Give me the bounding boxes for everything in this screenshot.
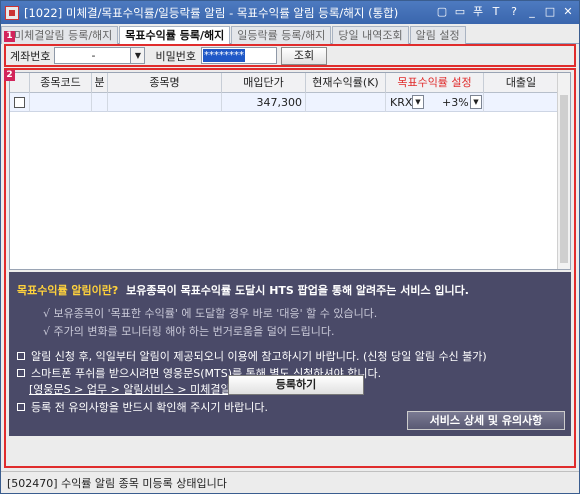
- status-text: [502470] 수익률 알림 종목 미등록 상태입니다: [7, 476, 227, 490]
- row-price: 347,300: [222, 93, 306, 112]
- header-code[interactable]: 종목코드: [30, 73, 92, 93]
- register-button[interactable]: 등록하기: [228, 375, 364, 395]
- header-name[interactable]: 종목명: [108, 73, 222, 93]
- tab-unfilled-alert[interactable]: 미체결알림 등록/해지: [1, 26, 119, 44]
- window-icon[interactable]: ▢: [435, 4, 449, 19]
- info-description: 보유종목이 목표수익률 도달시 HTS 팝업을 통해 알려주는 서비스 입니다.: [126, 284, 469, 297]
- table-row[interactable]: 347,300 KRX ▼ +3% ▼: [10, 93, 558, 112]
- info-heading: 목표수익률 알림이란? 보유종목이 목표수익률 도달시 HTS 팝업을 통해 알…: [17, 282, 469, 298]
- status-bar: [502470] 수익률 알림 종목 미등록 상태입니다: [1, 471, 579, 493]
- target-dropdown-icon[interactable]: ▼: [470, 95, 482, 109]
- tab-daily-change[interactable]: 일등락률 등록/해지: [231, 26, 332, 44]
- chevron-down-icon[interactable]: ▼: [130, 48, 145, 63]
- header-target-rate[interactable]: 목표수익률 설정: [386, 73, 484, 93]
- row-current-rate: [306, 93, 386, 112]
- section-badge-1: 1: [4, 31, 15, 42]
- bullet-icon: [17, 403, 25, 411]
- grid-header: 종목코드 분 종목명 매입단가 현재수익률(K) 목표수익률 설정 대출일: [10, 73, 558, 93]
- tab-bar: 미체결알림 등록/해지 목표수익률 등록/해지 일등락률 등록/해지 당일 내역…: [1, 26, 579, 44]
- row-target-cell: KRX ▼ +3% ▼: [386, 93, 484, 112]
- row-code: [30, 93, 92, 112]
- holdings-grid: 종목코드 분 종목명 매입단가 현재수익률(K) 목표수익률 설정 대출일 34…: [9, 72, 571, 270]
- market-dropdown-icon[interactable]: ▼: [412, 95, 424, 109]
- row-checkbox[interactable]: [14, 97, 25, 108]
- info-panel: 목표수익률 알림이란? 보유종목이 목표수익률 도달시 HTS 팝업을 통해 알…: [9, 272, 571, 436]
- info-benefit-2: √ 주가의 변화를 모니터링 해야 하는 번거로움을 덜어 드립니다.: [43, 325, 335, 338]
- holdings-section: 종목코드 분 종목명 매입단가 현재수익률(K) 목표수익률 설정 대출일 34…: [4, 68, 576, 468]
- header-price[interactable]: 매입단가: [222, 73, 306, 93]
- tab-alert-settings[interactable]: 알림 설정: [409, 26, 466, 44]
- info-note-1: 알림 신청 후, 익일부터 알림이 제공되오니 이용에 참고하시기 바랍니다. …: [17, 348, 487, 364]
- account-section: 계좌번호 - ▼ 비밀번호 ******** 조회: [4, 44, 576, 67]
- row-div: [92, 93, 108, 112]
- maximize-icon[interactable]: □: [543, 4, 557, 19]
- text-icon[interactable]: T: [489, 4, 503, 19]
- section-badge-2: 2: [4, 70, 15, 81]
- main-window: [1022] 미체결/목표수익률/일등락률 알림 - 목표수익률 알림 등록/해…: [0, 0, 580, 494]
- account-label: 계좌번호: [10, 49, 51, 63]
- header-loan-date[interactable]: 대출일: [484, 73, 558, 93]
- info-note-3: 등록 전 유의사항을 반드시 확인해 주시기 바랍니다.: [17, 399, 268, 415]
- title-bar[interactable]: [1022] 미체결/목표수익률/일등락률 알림 - 목표수익률 알림 등록/해…: [1, 1, 579, 24]
- target-rate-value[interactable]: +3%: [442, 93, 469, 112]
- mts-link[interactable]: [영웅문S > 업무 > 알림서비스 > 미체결알림]: [29, 381, 245, 397]
- search-button[interactable]: 조회: [280, 46, 327, 65]
- password-value: ********: [202, 49, 245, 62]
- minimize-icon[interactable]: _: [525, 4, 539, 19]
- tab-today-history[interactable]: 당일 내역조회: [332, 26, 409, 44]
- account-value: -: [91, 49, 96, 62]
- pin-icon[interactable]: 푸: [471, 4, 485, 19]
- info-note-3-text: 등록 전 유의사항을 반드시 확인해 주시기 바랍니다.: [31, 401, 268, 414]
- bullet-icon: [17, 369, 25, 377]
- close-icon[interactable]: ✕: [561, 4, 575, 19]
- market-select-value: KRX: [390, 96, 413, 109]
- grid-scrollbar[interactable]: [557, 73, 570, 269]
- app-icon: [5, 5, 19, 20]
- account-select[interactable]: - ▼: [54, 47, 146, 64]
- window-title: [1022] 미체결/목표수익률/일등락률 알림 - 목표수익률 알림 등록/해…: [24, 5, 399, 20]
- info-question: 목표수익률 알림이란?: [17, 284, 119, 297]
- tab-target-return[interactable]: 목표수익률 등록/해지: [119, 26, 231, 44]
- password-label: 비밀번호: [155, 49, 196, 63]
- help-icon[interactable]: ?: [507, 4, 521, 19]
- grid-scroll-thumb[interactable]: [560, 95, 568, 263]
- info-benefit-1: √ 보유종목이 '목표한 수익률' 에 도달할 경우 바로 '대응' 할 수 있…: [43, 307, 378, 320]
- header-div[interactable]: 분: [92, 73, 108, 93]
- bullet-icon: [17, 352, 25, 360]
- header-current-rate[interactable]: 현재수익률(K): [306, 73, 386, 93]
- row-name: [108, 93, 222, 112]
- service-detail-button[interactable]: 서비스 상세 및 유의사항: [407, 411, 565, 430]
- password-field[interactable]: ********: [200, 47, 277, 64]
- title-controls: ▢ ▭ 푸 T ? _ □ ✕: [435, 4, 575, 19]
- row-loan-date: [484, 93, 558, 112]
- info-note-1-text: 알림 신청 후, 익일부터 알림이 제공되오니 이용에 참고하시기 바랍니다. …: [31, 350, 487, 363]
- copy-icon[interactable]: ▭: [453, 4, 467, 19]
- row-check-cell: [10, 93, 30, 112]
